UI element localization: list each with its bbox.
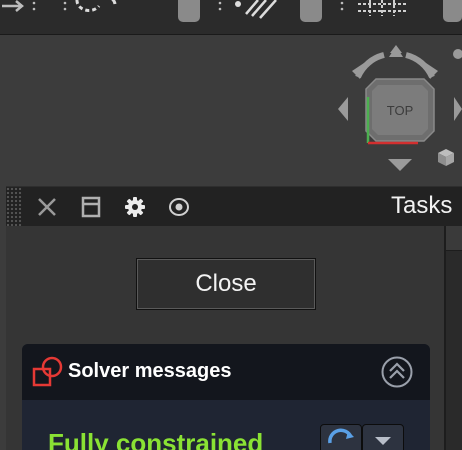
refresh-button[interactable] [320,424,362,450]
solver-messages-header[interactable]: Solver messages [22,344,430,400]
home-cube-icon[interactable] [438,149,454,166]
array-tool-icon[interactable] [330,0,420,20]
dropdown-button[interactable] [362,424,404,450]
solver-messages-icon [32,356,63,387]
collapse-up-icon[interactable] [380,355,414,389]
3d-viewport[interactable]: TOP [0,35,462,186]
drag-grip[interactable] [6,187,22,227]
toolbar-button[interactable] [443,0,462,22]
float-icon[interactable] [80,196,102,218]
navcube-menu-icon[interactable] [453,49,462,59]
dropdown-icon [375,437,391,445]
tasks-dock-header: Tasks [6,186,462,227]
task-panel: Close Solver messages Fully constrained [6,226,462,450]
scroll-up-button[interactable] [446,226,462,251]
arrow-left-icon[interactable] [338,97,348,121]
arrow-down-icon[interactable] [388,159,412,171]
arrow-right-icon[interactable] [0,0,40,20]
scrollbar[interactable] [444,226,462,450]
refresh-icon [328,428,354,444]
dock-title: Tasks [391,192,453,219]
toolbar-button[interactable] [178,0,200,22]
close-icon[interactable] [36,196,58,218]
line-tool-icon[interactable] [210,0,290,20]
solver-messages-box: Solver messages Fully constrained [22,344,430,450]
arrow-right-icon[interactable] [454,97,462,121]
navigation-cube[interactable]: TOP [330,41,462,181]
solver-messages-title: Solver messages [68,360,232,382]
dotted-circle-icon[interactable] [55,0,125,20]
navcube-face-label[interactable]: TOP [387,103,414,118]
main-toolbar [0,0,462,35]
close-button[interactable]: Close [136,258,316,310]
toolbar-button[interactable] [300,0,322,22]
solver-status-text: Fully constrained [48,428,264,450]
eye-icon[interactable] [168,196,190,218]
gear-icon[interactable] [124,196,146,218]
